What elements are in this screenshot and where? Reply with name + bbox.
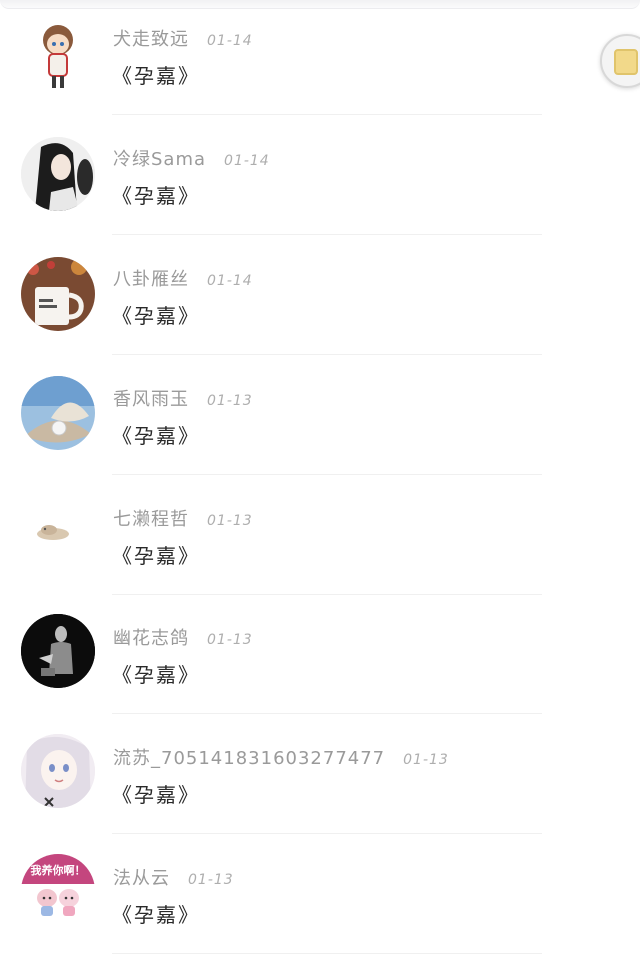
list-item[interactable]: 幽花志鸽 01-13 《孕嘉》 [0,600,640,720]
avatar[interactable] [21,734,95,808]
comment-header: 冷绿Sama 01-14 [113,145,270,170]
comment-header: 犬走致远 01-14 [113,25,253,50]
list-item[interactable]: 犬走致远 01-14 《孕嘉》 [0,0,640,120]
anime-girl-icon [21,734,95,808]
username[interactable]: 法从云 [113,868,170,889]
comment-text: 《孕嘉》 [112,424,200,448]
note-icon [614,49,638,75]
list-item[interactable]: 八卦雁丝 01-14 《孕嘉》 [0,240,640,360]
avatar[interactable] [25,20,91,94]
divider [112,953,542,954]
avatar[interactable] [21,137,95,211]
comment-date: 01-14 [207,33,253,49]
comment-date: 01-14 [224,153,270,169]
avatar[interactable] [21,494,95,568]
list-item[interactable]: 香风雨玉 01-13 《孕嘉》 [0,360,640,480]
dark-figure-icon [21,614,95,688]
comment-text: 《孕嘉》 [112,64,200,88]
comment-date: 01-14 [207,273,253,289]
pearl-shell-icon [21,376,95,450]
coffee-mug-icon [21,257,95,331]
list-item[interactable]: 流苏_705141831603277477 01-13 《孕嘉》 [0,720,640,840]
avatar[interactable]: 我养你啊！ [21,854,95,928]
username[interactable]: 犬走致远 [113,29,189,50]
username[interactable]: 八卦雁丝 [113,269,189,290]
divider [112,833,542,834]
avatar[interactable] [21,257,95,331]
divider [112,474,542,475]
divider [112,594,542,595]
comment-text: 《孕嘉》 [112,184,200,208]
comment-date: 01-13 [207,393,253,409]
username[interactable]: 香风雨玉 [113,389,189,410]
comment-header: 香风雨玉 01-13 [113,385,253,410]
comment-header: 八卦雁丝 01-14 [113,265,253,290]
divider [112,713,542,714]
comment-date: 01-13 [188,872,234,888]
longhair-figure-icon [21,137,95,211]
comment-text: 《孕嘉》 [112,544,200,568]
avatar-caption: 我养你啊！ [21,854,95,884]
small-creature-icon [37,525,69,540]
comment-text: 《孕嘉》 [112,783,200,807]
comment-header: 法从云 01-13 [113,864,234,889]
comment-header: 七濑程哲 01-13 [113,505,253,530]
list-item[interactable]: 我养你啊！ 法从云 01-13 《孕嘉》 [0,840,640,960]
avatar[interactable] [21,376,95,450]
comment-text: 《孕嘉》 [112,304,200,328]
divider [112,114,542,115]
list-item[interactable]: 冷绿Sama 01-14 《孕嘉》 [0,120,640,240]
divider [112,234,542,235]
comment-text: 《孕嘉》 [112,663,200,687]
comment-header: 流苏_705141831603277477 01-13 [113,744,449,769]
username[interactable]: 冷绿Sama [113,149,206,170]
comment-header: 幽花志鸽 01-13 [113,624,253,649]
couple-sticker-icon [37,889,79,916]
comment-date: 01-13 [207,513,253,529]
username[interactable]: 幽花志鸽 [113,628,189,649]
chibi-boy-icon [43,25,73,88]
list-item[interactable]: 七濑程哲 01-13 《孕嘉》 [0,480,640,600]
username[interactable]: 流苏_705141831603277477 [113,748,385,769]
avatar[interactable] [21,614,95,688]
comment-text: 《孕嘉》 [112,903,200,927]
username[interactable]: 七濑程哲 [113,509,189,530]
comment-date: 01-13 [207,632,253,648]
comment-date: 01-13 [403,752,449,768]
divider [112,354,542,355]
